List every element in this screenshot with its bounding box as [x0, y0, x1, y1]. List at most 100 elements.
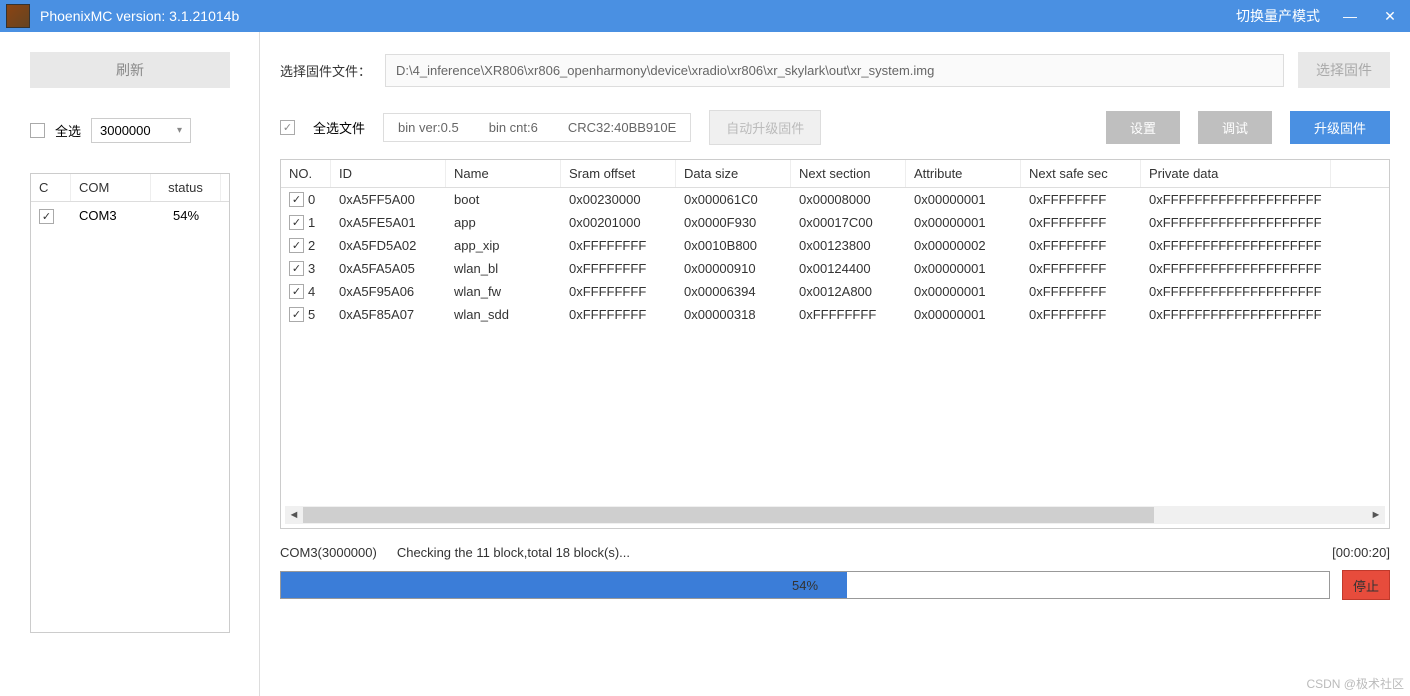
chevron-down-icon: ▾	[177, 125, 182, 136]
row-attr: 0x00000001	[906, 188, 1021, 211]
com-table-row[interactable]: ✓ COM354%	[31, 202, 229, 230]
row-priv: 0xFFFFFFFFFFFFFFFFFFFF	[1141, 234, 1331, 257]
progress-label: 54%	[281, 572, 1329, 598]
select-all-files-checkbox[interactable]: ✓	[280, 120, 295, 135]
row-size: 0x000061C0	[676, 188, 791, 211]
settings-button[interactable]: 设置	[1106, 111, 1180, 144]
com-col-status: status	[151, 174, 221, 201]
row-checkbox[interactable]: ✓	[289, 215, 304, 230]
row-name: wlan_bl	[446, 257, 561, 280]
row-no: 3	[308, 261, 315, 276]
titlebar: PhoenixMC version: 3.1.21014b 切换量产模式 — ✕	[0, 0, 1410, 32]
row-size: 0x0000F930	[676, 211, 791, 234]
row-next: 0x0012A800	[791, 280, 906, 303]
row-safe: 0xFFFFFFFF	[1021, 303, 1141, 326]
row-sram: 0xFFFFFFFF	[561, 257, 676, 280]
row-priv: 0xFFFFFFFFFFFFFFFFFFFF	[1141, 280, 1331, 303]
row-safe: 0xFFFFFFFF	[1021, 280, 1141, 303]
row-checkbox[interactable]: ✓	[289, 261, 304, 276]
row-next: 0x00008000	[791, 188, 906, 211]
row-safe: 0xFFFFFFFF	[1021, 211, 1141, 234]
bin-cnt: bin cnt:6	[489, 120, 538, 135]
row-id: 0xA5FD5A02	[331, 234, 446, 257]
main-panel: 选择固件文件： D:\4_inference\XR806\xr806_openh…	[260, 32, 1410, 696]
col-name: Name	[446, 160, 561, 187]
row-priv: 0xFFFFFFFFFFFFFFFFFFFF	[1141, 303, 1331, 326]
row-no: 4	[308, 284, 315, 299]
mode-switch-button[interactable]: 切换量产模式	[1236, 6, 1320, 26]
com-col-com: COM	[71, 174, 151, 201]
col-next: Next section	[791, 160, 906, 187]
row-priv: 0xFFFFFFFFFFFFFFFFFFFF	[1141, 211, 1331, 234]
com-row-checkbox[interactable]: ✓	[39, 209, 54, 224]
row-no: 1	[308, 215, 315, 230]
firmware-path-input[interactable]: D:\4_inference\XR806\xr806_openharmony\d…	[385, 54, 1284, 87]
auto-upgrade-button[interactable]: 自动升级固件	[709, 110, 821, 145]
col-no: NO.	[281, 160, 331, 187]
row-sram: 0xFFFFFFFF	[561, 280, 676, 303]
row-size: 0x00000910	[676, 257, 791, 280]
row-no: 0	[308, 192, 315, 207]
select-all-checkbox[interactable]	[30, 123, 45, 138]
row-id: 0xA5FA5A05	[331, 257, 446, 280]
com-col-c: C	[31, 174, 71, 201]
refresh-button[interactable]: 刷新	[30, 52, 230, 88]
com-row-port: COM3	[71, 202, 151, 230]
scroll-left-icon[interactable]: ◄	[285, 506, 303, 524]
com-table: C COM status ✓ COM354%	[30, 173, 230, 633]
row-attr: 0x00000001	[906, 257, 1021, 280]
row-no: 2	[308, 238, 315, 253]
row-checkbox[interactable]: ✓	[289, 284, 304, 299]
row-safe: 0xFFFFFFFF	[1021, 234, 1141, 257]
firmware-grid: NO. ID Name Sram offset Data size Next s…	[280, 159, 1390, 529]
minimize-button[interactable]: —	[1330, 0, 1370, 32]
grid-row[interactable]: ✓50xA5F85A07wlan_sdd0xFFFFFFFF0x00000318…	[281, 303, 1389, 326]
row-checkbox[interactable]: ✓	[289, 192, 304, 207]
baud-select[interactable]: 3000000 ▾	[91, 118, 191, 143]
row-size: 0x00000318	[676, 303, 791, 326]
col-attr: Attribute	[906, 160, 1021, 187]
grid-row[interactable]: ✓40xA5F95A06wlan_fw0xFFFFFFFF0x000063940…	[281, 280, 1389, 303]
status-text: Checking the 11 block,total 18 block(s).…	[397, 545, 630, 560]
horizontal-scrollbar[interactable]: ◄ ►	[285, 506, 1385, 524]
close-button[interactable]: ✕	[1370, 0, 1410, 32]
row-sram: 0xFFFFFFFF	[561, 303, 676, 326]
crc: CRC32:40BB910E	[568, 120, 676, 135]
grid-row[interactable]: ✓30xA5FA5A05wlan_bl0xFFFFFFFF0x000009100…	[281, 257, 1389, 280]
row-checkbox[interactable]: ✓	[289, 238, 304, 253]
row-id: 0xA5FF5A00	[331, 188, 446, 211]
upgrade-button[interactable]: 升级固件	[1290, 111, 1390, 144]
sidebar: 刷新 全选 3000000 ▾ C COM status ✓ COM354%	[0, 32, 260, 696]
progress-bar: 54%	[280, 571, 1330, 599]
row-sram: 0x00230000	[561, 188, 676, 211]
row-checkbox[interactable]: ✓	[289, 307, 304, 322]
firmware-info-box: bin ver:0.5 bin cnt:6 CRC32:40BB910E	[383, 113, 691, 142]
app-title: PhoenixMC version: 3.1.21014b	[40, 8, 1236, 24]
grid-row[interactable]: ✓20xA5FD5A02app_xip0xFFFFFFFF0x0010B8000…	[281, 234, 1389, 257]
row-size: 0x00006394	[676, 280, 791, 303]
scroll-right-icon[interactable]: ►	[1367, 506, 1385, 524]
row-attr: 0x00000001	[906, 211, 1021, 234]
grid-row[interactable]: ✓00xA5FF5A00boot0x002300000x000061C00x00…	[281, 188, 1389, 211]
row-no: 5	[308, 307, 315, 322]
row-attr: 0x00000001	[906, 280, 1021, 303]
select-firmware-button[interactable]: 选择固件	[1298, 52, 1390, 88]
col-id: ID	[331, 160, 446, 187]
col-size: Data size	[676, 160, 791, 187]
row-name: boot	[446, 188, 561, 211]
row-next: 0x00017C00	[791, 211, 906, 234]
select-all-files-label: 全选文件	[313, 118, 365, 137]
row-attr: 0x00000002	[906, 234, 1021, 257]
grid-row[interactable]: ✓10xA5FE5A01app0x002010000x0000F9300x000…	[281, 211, 1389, 234]
row-priv: 0xFFFFFFFFFFFFFFFFFFFF	[1141, 188, 1331, 211]
scroll-thumb[interactable]	[303, 507, 1154, 523]
row-sram: 0x00201000	[561, 211, 676, 234]
col-sram: Sram offset	[561, 160, 676, 187]
stop-button[interactable]: 停止	[1342, 570, 1390, 600]
debug-button[interactable]: 调试	[1198, 111, 1272, 144]
select-all-label: 全选	[55, 121, 81, 140]
app-icon	[6, 4, 30, 28]
row-id: 0xA5F85A07	[331, 303, 446, 326]
com-row-status: 54%	[151, 202, 221, 230]
row-next: 0x00124400	[791, 257, 906, 280]
